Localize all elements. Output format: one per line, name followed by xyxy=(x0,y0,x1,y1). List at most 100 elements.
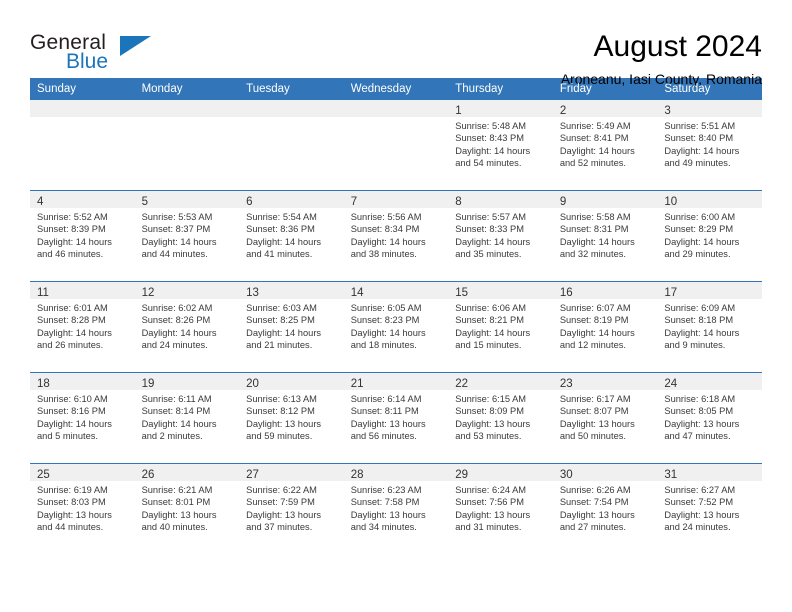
brand-triangle-icon xyxy=(120,36,151,56)
day-number-band: 13 xyxy=(239,282,344,299)
sunrise-time: Sunrise: 6:23 AM xyxy=(350,485,422,495)
sunset-time: Sunset: 8:21 PM xyxy=(455,315,524,326)
weekday-header-sunday: Sunday xyxy=(30,78,135,100)
sunrise-time: Sunrise: 5:48 AM xyxy=(455,121,527,131)
calendar-cell-day[interactable]: 19 Sunrise: 6:11 AM Sunset: 8:14 PM Dayligh… xyxy=(134,372,240,464)
daylight-duration-line1: Daylight: 14 hours xyxy=(141,418,217,429)
day-number-band: 11 xyxy=(30,282,135,299)
calendar-cell-day[interactable]: 25 Sunrise: 6:19 AM Sunset: 8:03 PM Dayligh… xyxy=(30,463,135,554)
day-number: 7 xyxy=(350,196,358,208)
calendar-cell-day[interactable]: 18 Sunrise: 6:10 AM Sunset: 8:16 PM Dayligh… xyxy=(30,372,135,464)
calendar-cell-day[interactable]: 30 Sunrise: 6:26 AM Sunset: 7:54 PM Dayligh… xyxy=(552,463,658,554)
sunset-time: Sunset: 8:37 PM xyxy=(141,224,211,235)
day-details: Sunrise: 6:07 AM Sunset: 8:19 PM Daylight:… xyxy=(553,299,658,352)
sunset-time: Sunset: 8:31 PM xyxy=(559,224,629,235)
calendar-cell-day[interactable]: 23 Sunrise: 6:17 AM Sunset: 8:07 PM Dayligh… xyxy=(552,372,658,464)
day-box: 31 Sunrise: 6:27 AM Sunset: 7:52 PM Dayligh… xyxy=(657,464,762,554)
daylight-duration-line1: Daylight: 14 hours xyxy=(455,236,531,247)
sunrise-time: Sunrise: 6:01 AM xyxy=(37,303,108,313)
day-number: 24 xyxy=(664,378,678,390)
day-number-band: 12 xyxy=(134,282,240,299)
sunrise-time: Sunrise: 5:52 AM xyxy=(37,212,108,222)
calendar-cell-day[interactable]: 13 Sunrise: 6:03 AM Sunset: 8:25 PM Dayligh… xyxy=(239,281,344,373)
sunrise-time: Sunrise: 6:21 AM xyxy=(141,485,213,495)
sunrise-time: Sunrise: 6:11 AM xyxy=(141,394,212,404)
calendar-cell-day[interactable]: 22 Sunrise: 6:15 AM Sunset: 8:09 PM Dayligh… xyxy=(448,372,553,464)
day-details: Sunrise: 6:22 AM Sunset: 7:59 PM Daylight:… xyxy=(239,481,344,534)
sunset-time: Sunset: 8:26 PM xyxy=(141,315,211,326)
day-number-band: 25 xyxy=(30,464,135,481)
calendar-cell-day[interactable]: 9 Sunrise: 5:58 AM Sunset: 8:31 PM Daylight… xyxy=(552,190,658,282)
day-number: 2 xyxy=(559,105,567,117)
calendar-cell-day[interactable]: 6 Sunrise: 5:54 AM Sunset: 8:36 PM Daylight… xyxy=(239,190,344,282)
daylight-duration-line1: Daylight: 14 hours xyxy=(559,327,635,338)
calendar-cell-day[interactable]: 24 Sunrise: 6:18 AM Sunset: 8:05 PM Dayligh… xyxy=(657,372,762,464)
daylight-duration-line1: Daylight: 13 hours xyxy=(141,509,217,520)
calendar-cell-day[interactable]: 12 Sunrise: 6:02 AM Sunset: 8:26 PM Dayligh… xyxy=(134,281,240,373)
calendar-cell-day[interactable]: 17 Sunrise: 6:09 AM Sunset: 8:18 PM Dayligh… xyxy=(657,281,762,373)
day-box: 15 Sunrise: 6:06 AM Sunset: 8:21 PM Dayligh… xyxy=(448,282,553,372)
day-number-band: 18 xyxy=(30,373,135,390)
day-details: Sunrise: 6:00 AM Sunset: 8:29 PM Daylight:… xyxy=(657,208,762,261)
sunset-time: Sunset: 8:14 PM xyxy=(141,406,211,417)
calendar-cell-day[interactable]: 29 Sunrise: 6:24 AM Sunset: 7:56 PM Dayligh… xyxy=(448,463,553,554)
calendar-cell-day[interactable]: 7 Sunrise: 5:56 AM Sunset: 8:34 PM Daylight… xyxy=(343,190,449,282)
sunset-time: Sunset: 8:40 PM xyxy=(664,133,734,144)
day-details: Sunrise: 6:21 AM Sunset: 8:01 PM Daylight:… xyxy=(135,481,240,534)
day-details: Sunrise: 6:14 AM Sunset: 8:11 PM Daylight:… xyxy=(344,390,449,443)
sunset-time: Sunset: 7:58 PM xyxy=(350,497,420,508)
day-number: 19 xyxy=(141,378,155,390)
daylight-duration-line1: Daylight: 14 hours xyxy=(37,418,112,429)
daylight-duration-line2: and 46 minutes. xyxy=(37,249,104,260)
calendar-cell-day[interactable]: 15 Sunrise: 6:06 AM Sunset: 8:21 PM Dayligh… xyxy=(448,281,553,373)
day-box: 4 Sunrise: 5:52 AM Sunset: 8:39 PM Daylight… xyxy=(30,191,135,281)
calendar-cell-day[interactable]: 26 Sunrise: 6:21 AM Sunset: 8:01 PM Dayligh… xyxy=(134,463,240,554)
calendar-cell-day[interactable]: 10 Sunrise: 6:00 AM Sunset: 8:29 PM Dayligh… xyxy=(657,190,762,282)
day-number-band xyxy=(343,100,449,117)
daylight-duration-line2: and 21 minutes. xyxy=(246,340,313,351)
day-box: 10 Sunrise: 6:00 AM Sunset: 8:29 PM Dayligh… xyxy=(657,191,762,281)
day-number-band: 1 xyxy=(448,100,553,117)
daylight-duration-line2: and 59 minutes. xyxy=(246,431,313,442)
day-number: 14 xyxy=(350,287,364,299)
day-box: 5 Sunrise: 5:53 AM Sunset: 8:37 PM Daylight… xyxy=(134,191,240,281)
daylight-duration-line2: and 56 minutes. xyxy=(350,431,417,442)
sunset-time: Sunset: 8:18 PM xyxy=(664,315,734,326)
day-number: 26 xyxy=(141,469,155,481)
day-number-band xyxy=(30,100,135,117)
daylight-duration-line1: Daylight: 14 hours xyxy=(246,236,322,247)
calendar-cell-day[interactable]: 1 Sunrise: 5:48 AM Sunset: 8:43 PM Daylight… xyxy=(448,100,553,191)
calendar-cell-day[interactable]: 16 Sunrise: 6:07 AM Sunset: 8:19 PM Dayligh… xyxy=(552,281,658,373)
calendar-cell-day[interactable]: 14 Sunrise: 6:05 AM Sunset: 8:23 PM Dayligh… xyxy=(343,281,449,373)
calendar-cell-day[interactable]: 21 Sunrise: 6:14 AM Sunset: 8:11 PM Dayligh… xyxy=(343,372,449,464)
daylight-duration-line2: and 38 minutes. xyxy=(350,249,417,260)
daylight-duration-line2: and 37 minutes. xyxy=(246,522,313,533)
daylight-duration-line2: and 34 minutes. xyxy=(350,522,417,533)
sunset-time: Sunset: 8:12 PM xyxy=(246,406,315,417)
day-number: 3 xyxy=(664,105,671,117)
calendar-cell-day[interactable]: 27 Sunrise: 6:22 AM Sunset: 7:59 PM Dayligh… xyxy=(239,463,344,554)
calendar-cell-day[interactable]: 8 Sunrise: 5:57 AM Sunset: 8:33 PM Daylight… xyxy=(448,190,553,282)
calendar-cell-empty xyxy=(343,100,449,191)
calendar-cell-day[interactable]: 4 Sunrise: 5:52 AM Sunset: 8:39 PM Daylight… xyxy=(30,190,135,282)
day-details: Sunrise: 6:23 AM Sunset: 7:58 PM Daylight:… xyxy=(344,481,449,534)
sunrise-time: Sunrise: 6:09 AM xyxy=(664,303,736,313)
sunset-time: Sunset: 8:03 PM xyxy=(37,497,106,508)
calendar-cell-day[interactable]: 2 Sunrise: 5:49 AM Sunset: 8:41 PM Daylight… xyxy=(552,100,658,191)
day-number-band: 19 xyxy=(134,373,240,390)
calendar-cell-day[interactable]: 5 Sunrise: 5:53 AM Sunset: 8:37 PM Daylight… xyxy=(134,190,240,282)
day-details: Sunrise: 5:54 AM Sunset: 8:36 PM Daylight:… xyxy=(239,208,344,261)
daylight-duration-line1: Daylight: 14 hours xyxy=(455,327,531,338)
sunrise-time: Sunrise: 5:53 AM xyxy=(141,212,213,222)
daylight-duration-line2: and 2 minutes. xyxy=(141,431,203,442)
calendar-cell-day[interactable]: 3 Sunrise: 5:51 AM Sunset: 8:40 PM Daylight… xyxy=(657,100,762,191)
day-number-band xyxy=(134,100,240,117)
calendar-cell-day[interactable]: 31 Sunrise: 6:27 AM Sunset: 7:52 PM Dayligh… xyxy=(657,463,762,554)
sunset-time: Sunset: 7:52 PM xyxy=(664,497,734,508)
brand-logo[interactable]: General Blue xyxy=(30,30,230,72)
day-details: Sunrise: 6:11 AM Sunset: 8:14 PM Daylight:… xyxy=(135,390,240,443)
calendar-cell-day[interactable]: 11 Sunrise: 6:01 AM Sunset: 8:28 PM Dayligh… xyxy=(30,281,135,373)
calendar-cell-day[interactable]: 28 Sunrise: 6:23 AM Sunset: 7:58 PM Dayligh… xyxy=(343,463,449,554)
calendar-cell-day[interactable]: 20 Sunrise: 6:13 AM Sunset: 8:12 PM Dayligh… xyxy=(239,372,344,464)
day-number: 27 xyxy=(246,469,259,481)
